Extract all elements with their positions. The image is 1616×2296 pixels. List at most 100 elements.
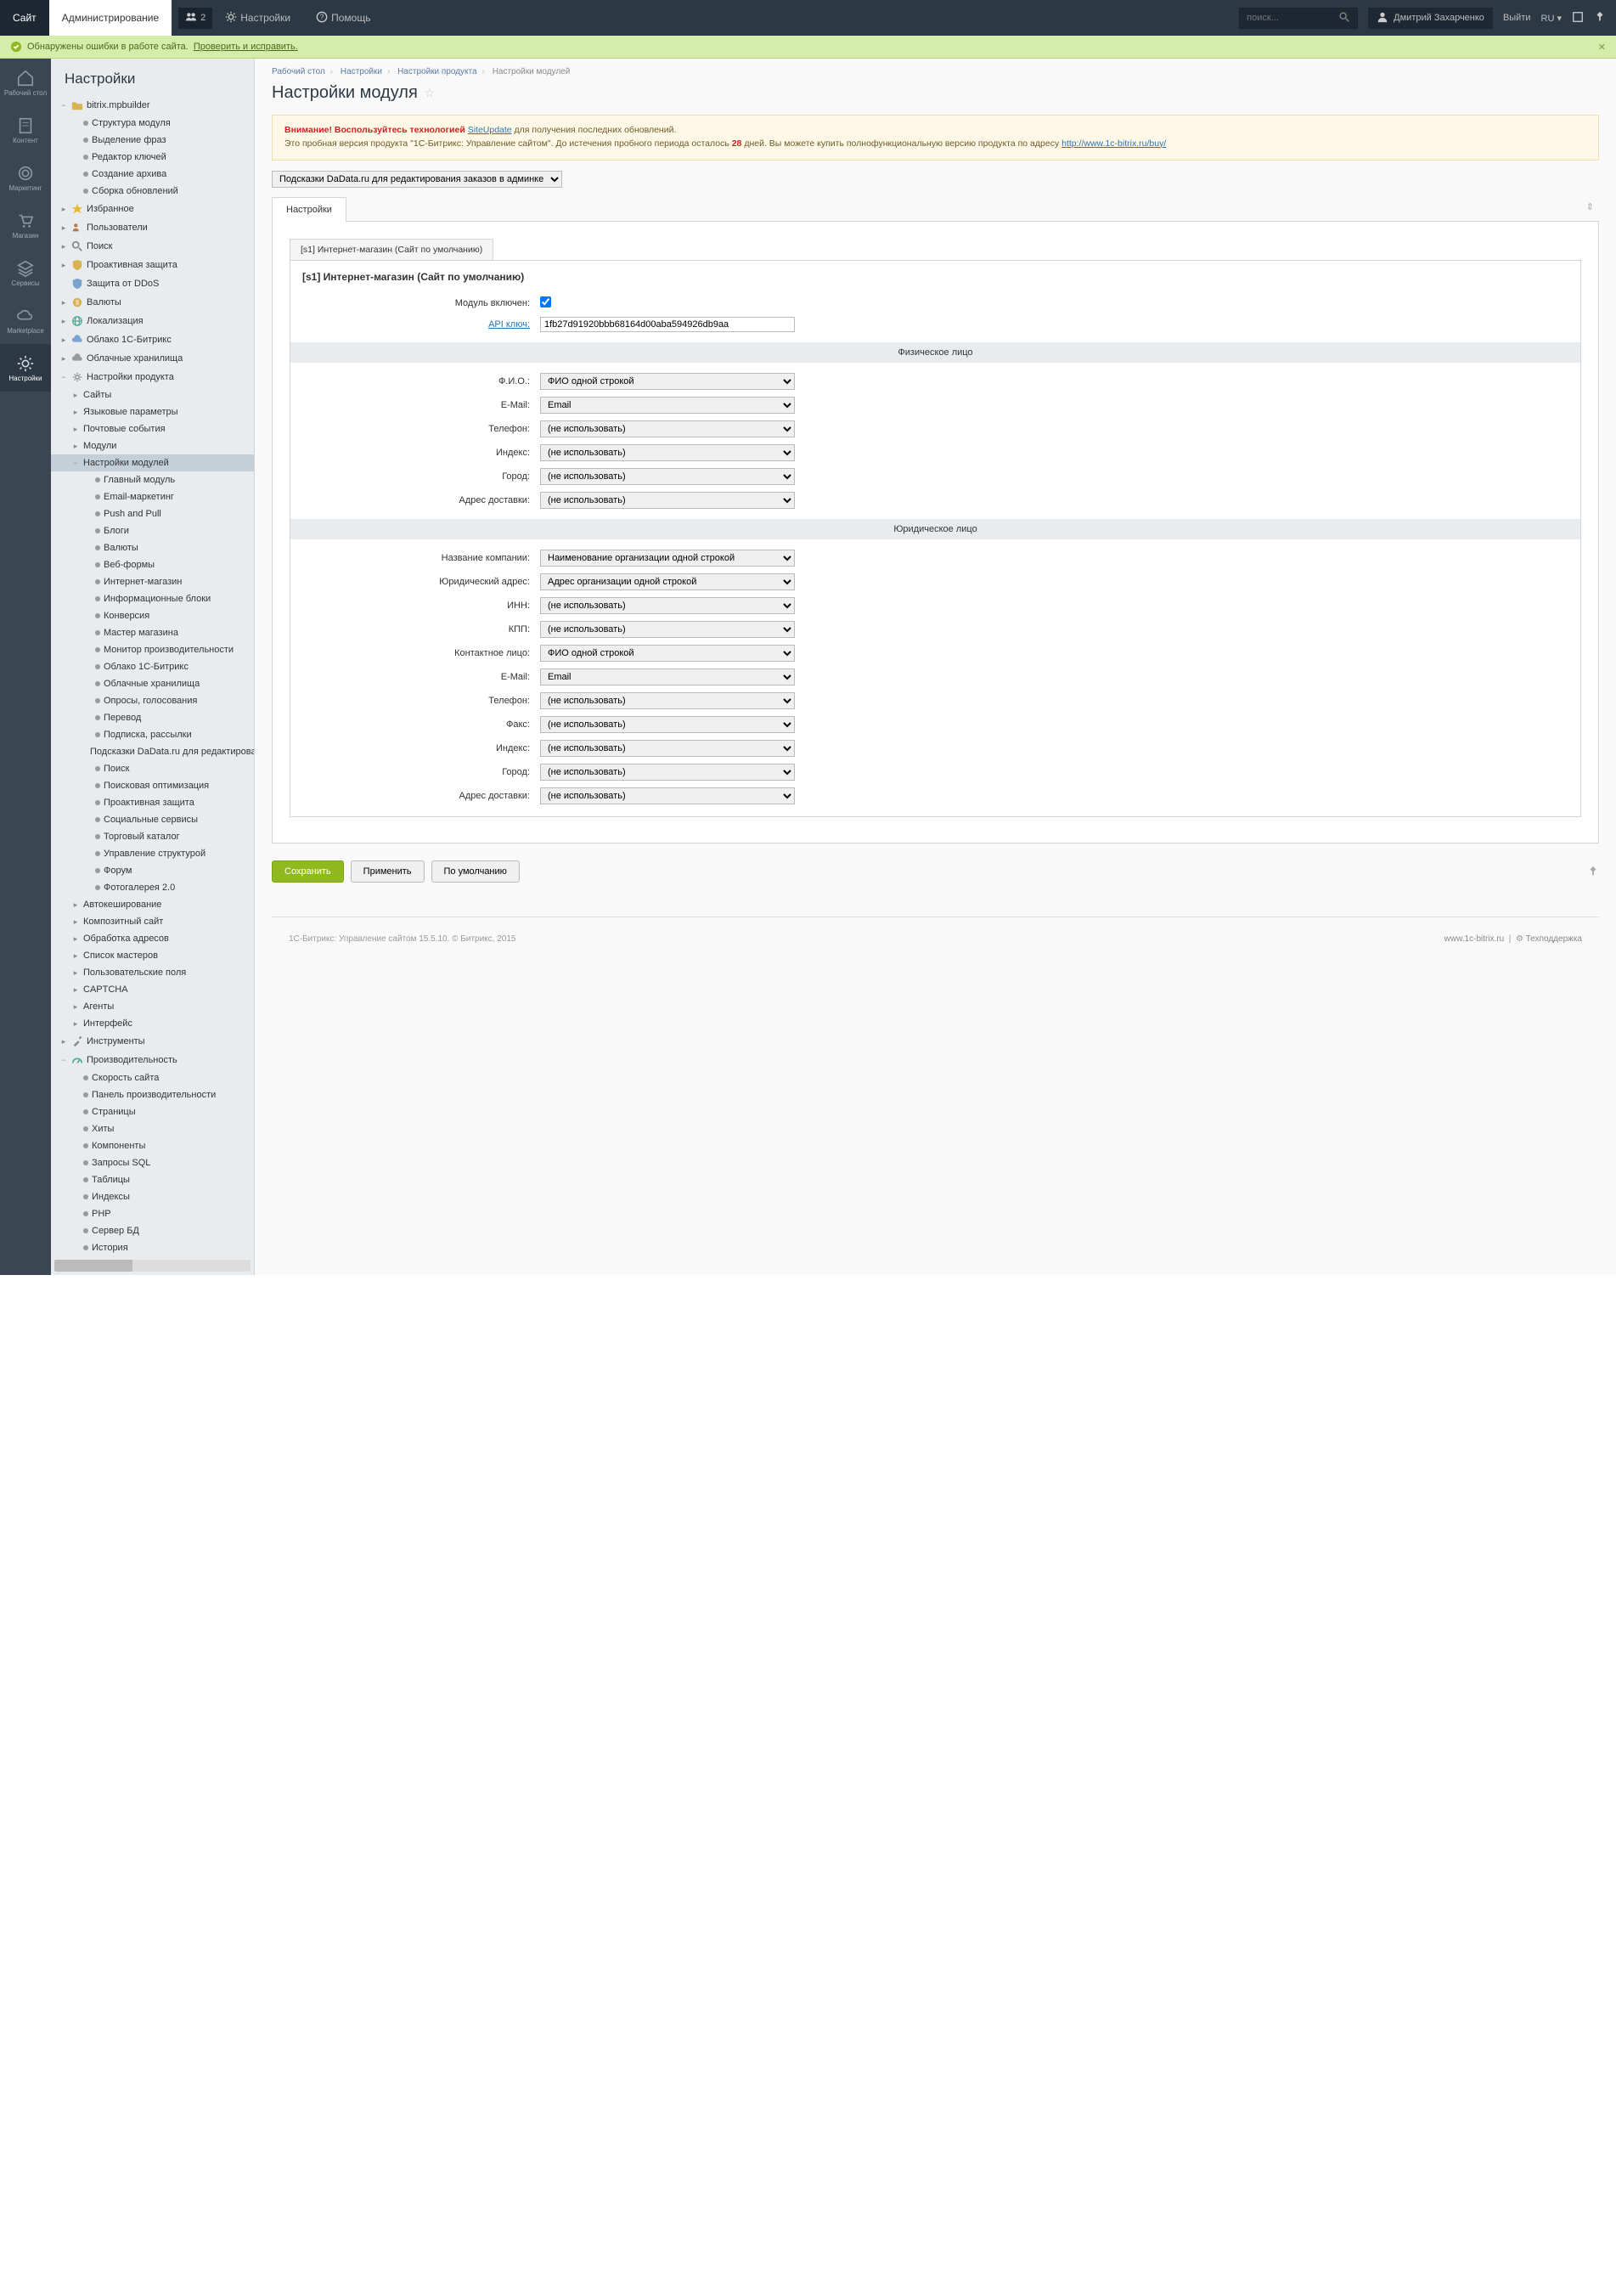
tree-item[interactable]: ▸Сайты bbox=[51, 386, 254, 403]
search-box[interactable] bbox=[1239, 8, 1358, 29]
tree-item[interactable]: Страницы bbox=[51, 1103, 254, 1120]
iconbar-services[interactable]: Сервисы bbox=[0, 249, 51, 296]
search-input[interactable] bbox=[1247, 13, 1338, 23]
select-phys-delivery[interactable]: (не использовать) bbox=[540, 492, 795, 509]
user-menu[interactable]: Дмитрий Захарченко bbox=[1368, 8, 1493, 29]
tab-admin[interactable]: Администрирование bbox=[49, 0, 172, 36]
footer-link-support[interactable]: Техподдержка bbox=[1526, 934, 1582, 944]
tree-item[interactable]: Торговый каталог bbox=[51, 828, 254, 845]
tree-item[interactable]: Блоги bbox=[51, 522, 254, 539]
tree-item[interactable]: ▸Поиск bbox=[51, 237, 254, 256]
tree-item[interactable]: −Производительность bbox=[51, 1051, 254, 1069]
link-help[interactable]: ? Помощь bbox=[303, 0, 383, 36]
select-phys-city[interactable]: (не использовать) bbox=[540, 468, 795, 485]
select-phys-index[interactable]: (не использовать) bbox=[540, 444, 795, 461]
notification-badge[interactable]: 2 bbox=[178, 8, 212, 29]
tree-item[interactable]: −Настройки продукта bbox=[51, 368, 254, 386]
logout-link[interactable]: Выйти bbox=[1503, 13, 1531, 23]
tree-item[interactable]: Сборка обновлений bbox=[51, 183, 254, 200]
tree-item[interactable]: Форум bbox=[51, 862, 254, 879]
tree-item[interactable]: −bitrix.mpbuilder bbox=[51, 96, 254, 115]
select-jur-index[interactable]: (не использовать) bbox=[540, 740, 795, 757]
iconbar-marketing[interactable]: Маркетинг bbox=[0, 154, 51, 201]
tree-item[interactable]: Push and Pull bbox=[51, 505, 254, 522]
tree-item[interactable]: ▸Инструменты bbox=[51, 1032, 254, 1051]
pin-icon[interactable] bbox=[1594, 11, 1606, 25]
tree-item[interactable]: Валюты bbox=[51, 539, 254, 556]
tree-item[interactable]: Таблицы bbox=[51, 1171, 254, 1188]
tree-item[interactable]: ▸Список мастеров bbox=[51, 947, 254, 964]
apply-button[interactable]: Применить bbox=[351, 860, 425, 883]
pin-toolbar-icon[interactable] bbox=[1587, 866, 1599, 877]
sidebar-scrollbar[interactable] bbox=[54, 1260, 251, 1272]
breadcrumb-item[interactable]: Рабочий стол bbox=[272, 67, 325, 76]
tree-item[interactable]: ▸Пользовательские поля bbox=[51, 964, 254, 981]
tree-item[interactable]: Главный модуль bbox=[51, 471, 254, 488]
tree-item[interactable]: ▸Проактивная защита bbox=[51, 256, 254, 274]
tree-item[interactable]: ▸Интерфейс bbox=[51, 1015, 254, 1032]
tree-item[interactable]: Управление структурой bbox=[51, 845, 254, 862]
tree-item[interactable]: Опросы, голосования bbox=[51, 692, 254, 709]
tree-item[interactable]: ▸CAPTCHA bbox=[51, 981, 254, 998]
maximize-icon[interactable] bbox=[1572, 11, 1584, 25]
favorite-star-icon[interactable]: ☆ bbox=[425, 86, 436, 100]
tree-item[interactable]: Сервер БД bbox=[51, 1222, 254, 1239]
tree-item[interactable]: ▸Языковые параметры bbox=[51, 403, 254, 420]
tree-item[interactable]: Веб-формы bbox=[51, 556, 254, 573]
tree-item[interactable]: ▸Почтовые события bbox=[51, 420, 254, 437]
tree-item[interactable]: Структура модуля bbox=[51, 115, 254, 132]
buy-link[interactable]: http://www.1c-bitrix.ru/buy/ bbox=[1061, 138, 1166, 149]
iconbar-desktop[interactable]: Рабочий стол bbox=[0, 59, 51, 106]
tree-item[interactable]: Email-маркетинг bbox=[51, 488, 254, 505]
tree-item[interactable]: ▸Обработка адресов bbox=[51, 930, 254, 947]
lang-switch[interactable]: RU ▾ bbox=[1541, 13, 1562, 24]
tree-item[interactable]: Хиты bbox=[51, 1120, 254, 1137]
tree-item[interactable]: Поисковая оптимизация bbox=[51, 777, 254, 794]
tab-settings[interactable]: Настройки bbox=[272, 197, 346, 222]
tree-item[interactable]: Облачные хранилища bbox=[51, 675, 254, 692]
tree-item[interactable]: Скорость сайта bbox=[51, 1069, 254, 1086]
tree-item[interactable]: Панель производительности bbox=[51, 1086, 254, 1103]
link-settings[interactable]: Настройки bbox=[212, 0, 303, 36]
select-jur-email[interactable]: Email bbox=[540, 668, 795, 685]
select-phys-fio[interactable]: ФИО одной строкой bbox=[540, 373, 795, 390]
label-api-key[interactable]: API ключ: bbox=[488, 319, 530, 330]
checkbox-module-enabled[interactable] bbox=[540, 296, 551, 307]
tree-item[interactable]: Перевод bbox=[51, 709, 254, 726]
save-button[interactable]: Сохранить bbox=[272, 860, 344, 883]
tree-item[interactable]: Индексы bbox=[51, 1188, 254, 1205]
tree-item[interactable]: ▸Облачные хранилища bbox=[51, 349, 254, 368]
breadcrumb-item[interactable]: Настройки продукта bbox=[397, 67, 476, 76]
tree-item[interactable]: Запросы SQL bbox=[51, 1154, 254, 1171]
input-api-key[interactable] bbox=[540, 317, 795, 332]
tree-item[interactable]: Подсказки DaData.ru для редактирования з… bbox=[51, 743, 254, 760]
tree-item[interactable]: −Настройки модулей bbox=[51, 454, 254, 471]
tree-item[interactable]: Социальные сервисы bbox=[51, 811, 254, 828]
tree-item[interactable]: Защита от DDoS bbox=[51, 274, 254, 293]
tree-item[interactable]: Создание архива bbox=[51, 166, 254, 183]
siteupdate-link[interactable]: SiteUpdate bbox=[468, 125, 512, 135]
tree-item[interactable]: Конверсия bbox=[51, 607, 254, 624]
tree-item[interactable]: ▸Избранное bbox=[51, 200, 254, 218]
iconbar-content[interactable]: Контент bbox=[0, 106, 51, 154]
tree-item[interactable]: ▸Локализация bbox=[51, 312, 254, 330]
select-jur-delivery[interactable]: (не использовать) bbox=[540, 787, 795, 804]
tree-item[interactable]: ▸Композитный сайт bbox=[51, 913, 254, 930]
tree-item[interactable]: Фотогалерея 2.0 bbox=[51, 879, 254, 896]
footer-link-site[interactable]: www.1c-bitrix.ru bbox=[1444, 934, 1505, 944]
select-jur-inn[interactable]: (не использовать) bbox=[540, 597, 795, 614]
select-jur-fax[interactable]: (не использовать) bbox=[540, 716, 795, 733]
alert-link[interactable]: Проверить и исправить. bbox=[194, 42, 298, 52]
tree-item[interactable]: Редактор ключей bbox=[51, 149, 254, 166]
tree-item[interactable]: Облако 1С-Битрикс bbox=[51, 658, 254, 675]
select-jur-phone[interactable]: (не использовать) bbox=[540, 692, 795, 709]
default-button[interactable]: По умолчанию bbox=[431, 860, 520, 883]
breadcrumb-item[interactable]: Настройки bbox=[341, 67, 382, 76]
close-icon[interactable]: ✕ bbox=[1598, 42, 1606, 53]
tree-item[interactable]: Поиск bbox=[51, 760, 254, 777]
inner-tab[interactable]: [s1] Интернет-магазин (Сайт по умолчанию… bbox=[290, 239, 493, 261]
tree-item[interactable]: Выделение фраз bbox=[51, 132, 254, 149]
module-select[interactable]: Подсказки DaData.ru для редактирования з… bbox=[272, 171, 562, 188]
tree-item[interactable]: PHP bbox=[51, 1205, 254, 1222]
select-jur-city[interactable]: (не использовать) bbox=[540, 764, 795, 781]
